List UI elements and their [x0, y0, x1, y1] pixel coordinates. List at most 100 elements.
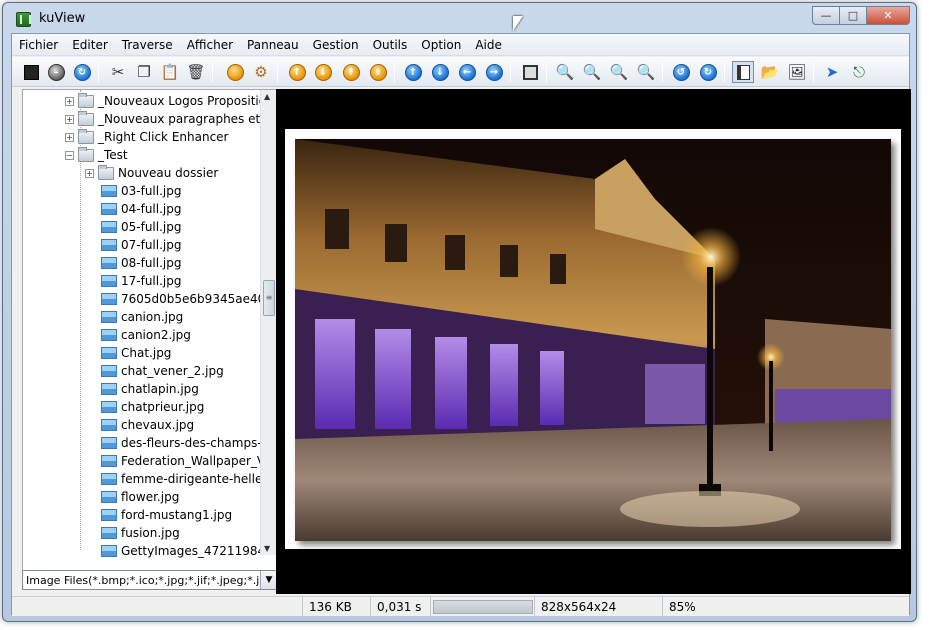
tree-file-item[interactable]: Chat.jpg — [101, 344, 171, 362]
tree-file-item[interactable]: chatprieur.jpg — [101, 398, 204, 416]
menu-fichier[interactable]: Fichier — [12, 35, 65, 55]
tree-file-item[interactable]: 07-full.jpg — [101, 236, 181, 254]
last-button[interactable]: ↡ — [367, 61, 389, 83]
next-button[interactable]: ↓ — [429, 61, 451, 83]
scroll-thumb[interactable]: ≡ — [263, 280, 275, 316]
menu-gestion[interactable]: Gestion — [306, 35, 366, 55]
tree-file-item[interactable]: chevaux.jpg — [101, 416, 194, 434]
tree-item-label: des-fleurs-des-champs-p — [121, 436, 270, 450]
menu-panneau[interactable]: Panneau — [240, 35, 306, 55]
cut-button[interactable]: ✂ — [107, 61, 129, 83]
tree-file-item[interactable]: GettyImages_472119842.j — [101, 542, 280, 560]
menu-editer[interactable]: Editer — [65, 35, 115, 55]
file-manager-button[interactable]: 📂 — [759, 61, 781, 83]
menu-afficher[interactable]: Afficher — [180, 35, 240, 55]
expand-icon[interactable]: + — [65, 132, 74, 142]
chevron-down-icon[interactable]: ▼ — [260, 571, 277, 589]
zoom-actual-button[interactable]: 🔍 — [635, 61, 657, 83]
tree-vertical-scrollbar[interactable]: ▲ ≡ ▼ — [260, 90, 277, 555]
maximize-button[interactable]: □ — [839, 6, 866, 25]
arrow-right-icon: → — [485, 63, 503, 81]
status-filesize: 136 KB — [302, 597, 370, 617]
tree-file-item[interactable]: 17-full.jpg — [101, 272, 181, 290]
image-viewer[interactable] — [276, 89, 911, 594]
first-button[interactable]: ↑ — [286, 61, 308, 83]
expand-icon[interactable]: + — [65, 96, 74, 106]
toolbar: – ↻ ✂ ❐ 📋 🗑 ⚙ ↑ ↓ ↟ ↡ ↑ ↓ ← → 🔍 🔍 🔍 🔍 ↺ … — [12, 57, 909, 87]
title-bar[interactable]: kuView — □ ✕ — [3, 3, 916, 33]
expand-icon[interactable]: + — [85, 168, 94, 178]
menu-option[interactable]: Option — [414, 35, 468, 55]
close-button[interactable]: ✕ — [866, 6, 910, 25]
tree-file-item[interactable]: canion2.jpg — [101, 326, 191, 344]
tree-file-item[interactable]: ford-mustang1.jpg — [101, 506, 232, 524]
fullscreen-button[interactable] — [519, 61, 541, 83]
tree-file-item[interactable]: des-fleurs-des-champs-p — [101, 434, 269, 452]
window-controls: — □ ✕ — [812, 6, 910, 25]
tree-file-item[interactable]: canion.jpg — [101, 308, 183, 326]
batch-button[interactable]: ⚙ — [250, 61, 272, 83]
save-button[interactable] — [20, 61, 42, 83]
menu-traverse[interactable]: Traverse — [115, 35, 180, 55]
refresh-button[interactable]: ↻ — [71, 61, 93, 83]
tree-folder-item[interactable]: + _Nouveaux Logos Proposition — [65, 92, 274, 110]
arrow-move-icon: ➤ — [825, 63, 839, 81]
minimize-button[interactable]: — — [812, 6, 839, 25]
image-file-icon — [101, 347, 117, 359]
back-button[interactable]: ← — [456, 61, 478, 83]
zoom-fit-icon: 🔍 — [609, 63, 629, 81]
tree-file-item[interactable]: 04-full.jpg — [101, 200, 181, 218]
minus-icon: – — [47, 63, 65, 81]
tree-file-item[interactable]: fusion.jpg — [101, 524, 180, 542]
move-button[interactable]: ➤ — [821, 61, 843, 83]
rotate-left-button[interactable]: ↺ — [670, 61, 692, 83]
tree-file-item[interactable]: 05-full.jpg — [101, 218, 181, 236]
app-icon[interactable] — [16, 12, 31, 27]
forward-button[interactable]: → — [483, 61, 505, 83]
expand-icon[interactable]: + — [65, 114, 74, 124]
tree-file-item[interactable]: chatlapin.jpg — [101, 380, 199, 398]
image-file-icon — [101, 365, 117, 377]
panel-toggle-button[interactable] — [732, 61, 754, 83]
tree-file-item[interactable]: chat_vener_2.jpg — [101, 362, 224, 380]
tree-folder-item[interactable]: − _Test — [65, 146, 128, 164]
tree-folder-item[interactable]: + Nouveau dossier — [85, 164, 218, 182]
parent-dir-button[interactable]: ↟ — [340, 61, 362, 83]
delete-button[interactable]: 🗑 — [185, 61, 207, 83]
prev-button[interactable]: ↑ — [402, 61, 424, 83]
tree-file-item[interactable]: 03-full.jpg — [101, 182, 181, 200]
exit-button[interactable]: ⎋ — [848, 61, 870, 83]
tree-file-item[interactable]: 08-full.jpg — [101, 254, 181, 272]
zoom-fit-button[interactable]: 🔍 — [608, 61, 630, 83]
tree-item-label: chatprieur.jpg — [121, 400, 205, 414]
folder-tree[interactable]: + _Nouveaux Logos Proposition + _Nouveaux p… — [22, 89, 288, 589]
rotate-right-icon: ↻ — [699, 63, 717, 81]
tree-folder-item[interactable]: + _Nouveaux paragraphes et Fi — [65, 110, 273, 128]
scroll-up-icon[interactable]: ▲ — [264, 92, 270, 101]
copy-button[interactable]: ❐ — [133, 61, 155, 83]
tree-item-label: canion.jpg — [121, 310, 184, 324]
menu-aide[interactable]: Aide — [468, 35, 509, 55]
collapse-icon[interactable]: − — [65, 150, 74, 160]
app-window: kuView — □ ✕ Fichier Editer Traverse Aff… — [2, 2, 917, 622]
image-file-icon — [101, 221, 117, 233]
tree-file-item[interactable]: femme-dirigeante-helle- — [101, 470, 267, 488]
slideshow-button[interactable] — [224, 61, 246, 83]
prev-dir-button[interactable]: ↓ — [312, 61, 334, 83]
scroll-down-icon[interactable]: ▼ — [264, 544, 270, 553]
tree-file-item[interactable]: flower.jpg — [101, 488, 179, 506]
zoom-in-button[interactable]: 🔍 — [554, 61, 576, 83]
photo-image — [295, 139, 891, 541]
menu-outils[interactable]: Outils — [366, 35, 415, 55]
rotate-right-button[interactable]: ↻ — [697, 61, 719, 83]
tree-folder-item[interactable]: + _Right Click Enhancer — [65, 128, 229, 146]
status-load-time: 0,031 s — [370, 597, 430, 617]
image-file-icon — [101, 383, 117, 395]
tree-file-item[interactable]: Federation_Wallpaper_V3 — [101, 452, 273, 470]
view-mode-button[interactable]: 🖼 — [786, 61, 808, 83]
tree-item-label: chat_vener_2.jpg — [121, 364, 224, 378]
remove-button[interactable]: – — [45, 61, 67, 83]
file-type-filter[interactable]: Image Files(*.bmp;*.ico;*.jpg;*.jif;*.jp… — [22, 570, 278, 590]
paste-button[interactable]: 📋 — [159, 61, 181, 83]
zoom-out-button[interactable]: 🔍 — [581, 61, 603, 83]
